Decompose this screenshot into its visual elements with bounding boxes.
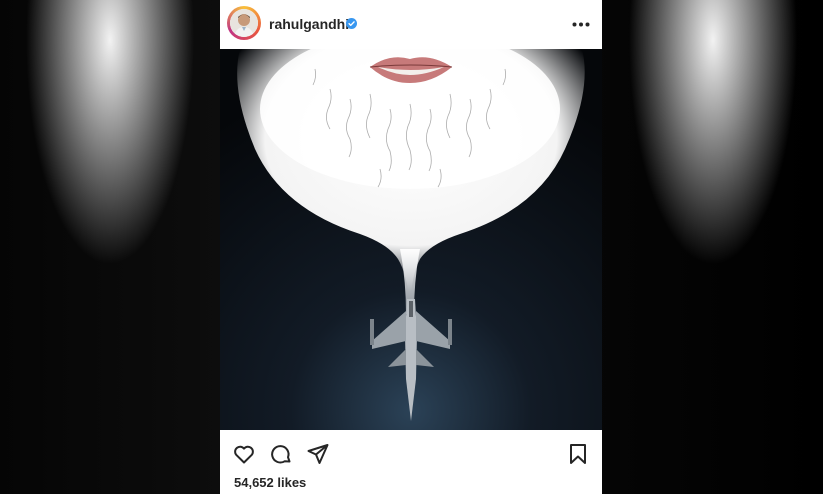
heart-icon[interactable] (232, 442, 256, 466)
profile-avatar-ring[interactable] (227, 6, 261, 40)
post-header: rahulgandhi (220, 0, 602, 49)
post-image[interactable] (220, 49, 602, 430)
verified-badge-icon (346, 18, 357, 29)
more-options-icon[interactable] (572, 22, 590, 27)
avatar (230, 9, 258, 37)
username[interactable]: rahulgandhi (269, 16, 349, 32)
instagram-post: rahulgandhi 54,652 likes (220, 0, 602, 494)
likes-count[interactable]: 54,652 likes (234, 475, 306, 490)
share-icon[interactable] (306, 442, 330, 466)
bookmark-icon[interactable] (566, 442, 590, 466)
comment-icon[interactable] (269, 442, 293, 466)
